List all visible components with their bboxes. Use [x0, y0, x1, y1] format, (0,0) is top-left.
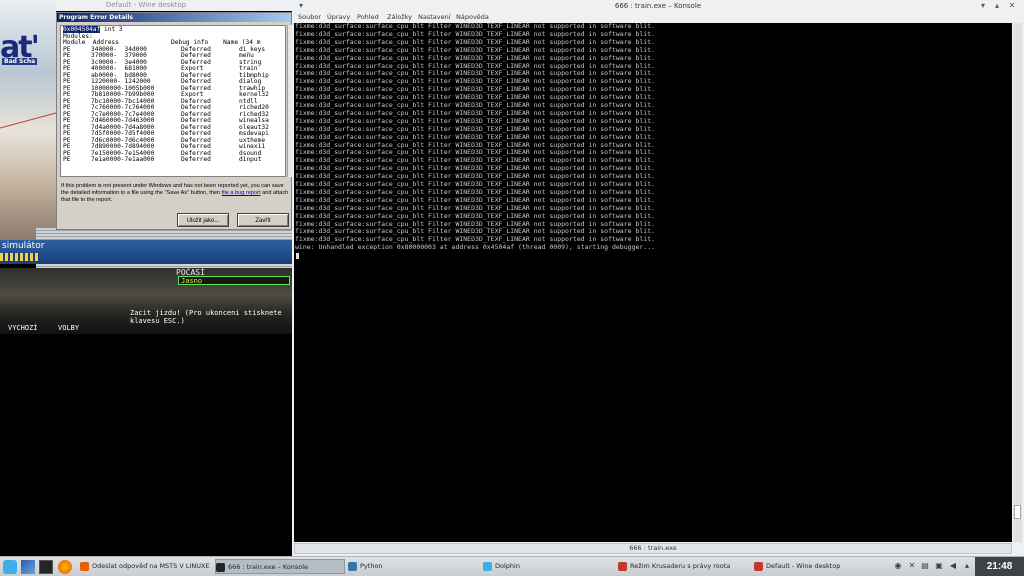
close-button[interactable]: Zavřít [237, 213, 289, 227]
task-app-icon [754, 561, 763, 571]
terminal-output[interactable]: fixme:d3d_surface:surface_cpu_blt Filter… [294, 23, 1012, 542]
taskbar-task[interactable]: Default - Wine desktop [754, 559, 886, 574]
task-app-icon [216, 562, 225, 572]
simulator-strip: simulátor [0, 240, 292, 264]
taskbar-task[interactable]: 666 : train.exe – Konsole [215, 559, 345, 574]
konsole-tab-label: 666 : train.exe [629, 544, 677, 552]
task-label: Režim Krusaderu s právy roota [630, 562, 731, 570]
error-address: 0x004504af [63, 26, 101, 33]
maximize-icon[interactable]: ▴ [992, 1, 1002, 11]
clock[interactable]: 21:48 [975, 557, 1024, 576]
konsole-window: 666 : train.exe – Konsole ▾ ▾ ▴ ✕ Soubor… [292, 0, 1024, 556]
taskbar-task[interactable]: Python [348, 559, 480, 574]
task-label: Odeslat odpověď na MSTS V LINUXE [92, 562, 210, 570]
dialog-titlebar[interactable]: Program Error Details [57, 13, 291, 22]
network-icon[interactable]: ◉ [893, 561, 903, 571]
application-launcher-icon[interactable] [3, 560, 17, 574]
terminal-exception-line: wine: Unhandled exception 0x80000003 at … [295, 243, 656, 252]
terminal-icon[interactable] [39, 560, 53, 574]
firefox-icon[interactable] [58, 560, 72, 574]
game-menu-artwork: at' Bad Scha [0, 0, 56, 240]
minimize-icon[interactable]: ▾ [978, 1, 988, 11]
start-message: Zacit jizdu! (Pro ukonceni stisknete kla… [130, 309, 282, 325]
menu-nastaveni[interactable]: Nastavení [418, 13, 451, 21]
task-label: Dolphin [495, 562, 520, 570]
program-error-dialog: Program Error Details 0x004504af int 3 M… [56, 12, 293, 230]
task-label: 666 : train.exe – Konsole [228, 563, 309, 571]
error-details-text[interactable]: 0x004504af int 3 Modules: Module Address… [60, 25, 286, 177]
task-app-icon [80, 561, 89, 571]
menu-zalozky[interactable]: Záložky [387, 13, 412, 21]
konsole-title: 666 : train.exe – Konsole [614, 2, 702, 10]
window-menu-icon[interactable]: ▾ [296, 1, 306, 11]
task-app-icon [483, 561, 492, 571]
task-app-icon [618, 561, 627, 571]
simulator-label: simulátor [2, 241, 45, 251]
terminal-scrollbar-thumb[interactable] [1014, 505, 1021, 519]
task-label: Python [360, 562, 383, 570]
weather-select[interactable]: Jasno [178, 276, 290, 285]
taskbar-task[interactable]: Režim Krusaderu s právy roota [618, 559, 751, 574]
bug-report-link[interactable]: file a bug report [222, 190, 261, 196]
volume-icon[interactable]: ◀ [948, 561, 958, 571]
menu-pohled[interactable]: Pohled [357, 13, 379, 21]
notifications-icon[interactable]: ▣ [934, 561, 944, 571]
module-cell: 7e1a0000-7e1aa000 [91, 156, 155, 163]
progress-dots [0, 253, 40, 261]
dialog-info-text: If this problem is not present under Win… [61, 183, 291, 204]
task-label: Default - Wine desktop [766, 562, 841, 570]
konsole-tab[interactable]: 666 : train.exe [294, 543, 1012, 554]
menu-napoveda[interactable]: Nápověda [456, 13, 489, 21]
route-line [0, 112, 56, 169]
tray-arrow-icon[interactable]: ▴ [962, 561, 972, 571]
dialog-title: Program Error Details [59, 14, 133, 21]
clipboard-icon[interactable]: ▤ [920, 561, 930, 571]
options-button[interactable]: VOLBY [58, 324, 79, 332]
taskbar-task[interactable]: Odeslat odpověď na MSTS V LINUXE [80, 559, 212, 574]
module-cell: PE [63, 156, 71, 163]
close-icon[interactable]: ✕ [1007, 1, 1017, 11]
module-cell: Deferred [181, 156, 211, 163]
desktop-icon[interactable] [21, 560, 35, 574]
save-as-button[interactable]: Uložit jako... [177, 213, 229, 227]
default-button[interactable]: VYCHOZÍ [8, 324, 38, 332]
bluetooth-icon[interactable]: ✕ [907, 561, 917, 571]
taskbar: Odeslat odpověď na MSTS V LINUXE 666 : tr… [0, 556, 1024, 576]
task-app-icon [348, 561, 357, 571]
error-header-rest: int 3 [100, 26, 123, 33]
menu-soubor[interactable]: Soubor [298, 13, 321, 21]
module-cell: dinput [239, 156, 262, 163]
taskbar-task[interactable]: Dolphin [483, 559, 615, 574]
game-logo-place: Bad Scha [2, 58, 38, 65]
menu-upravy[interactable]: Úpravy [327, 13, 350, 21]
terminal-scrollbar[interactable] [1013, 23, 1022, 542]
konsole-titlebar[interactable]: 666 : train.exe – Konsole ▾ ▾ ▴ ✕ [292, 0, 1024, 12]
terminal-cursor [296, 253, 299, 260]
konsole-menubar: Soubor Úpravy Pohled Záložky Nastavení N… [292, 12, 1024, 23]
